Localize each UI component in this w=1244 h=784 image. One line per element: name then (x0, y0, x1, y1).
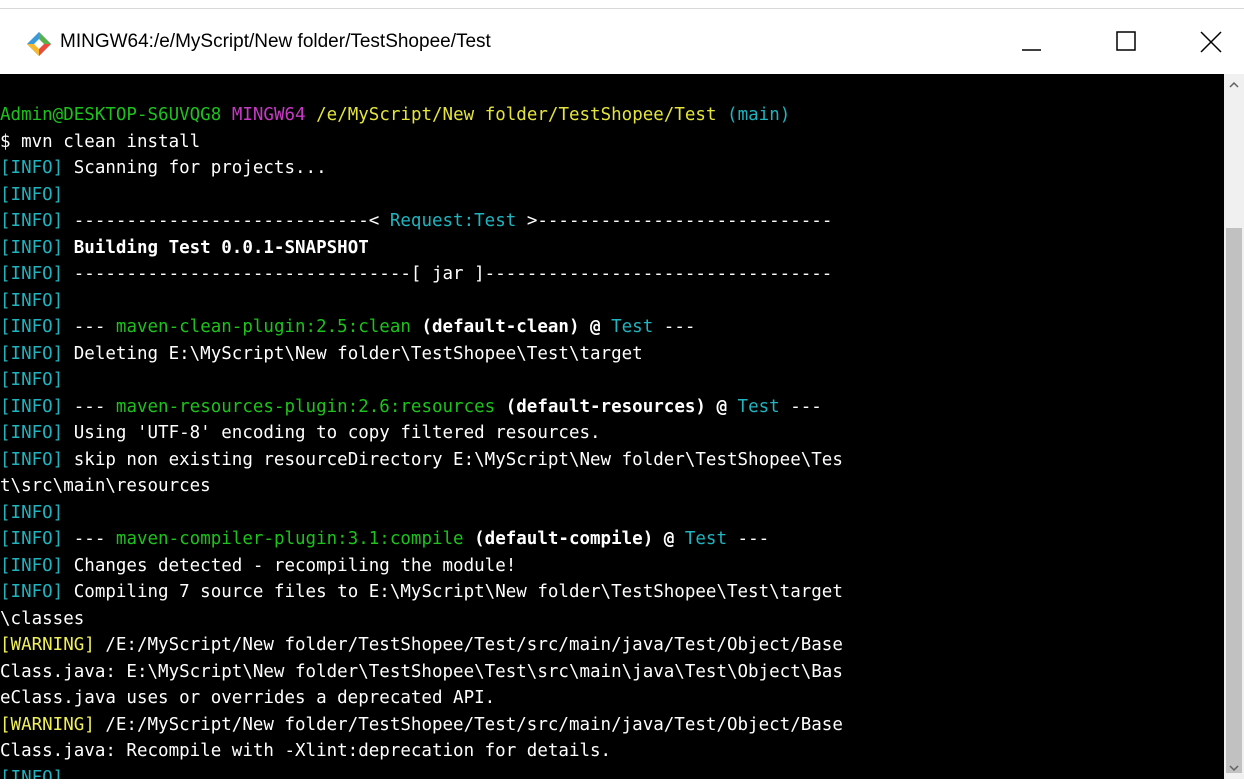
info-tag: [INFO] (0, 317, 64, 337)
minimize-button[interactable] (1000, 9, 1066, 75)
prompt-env: MINGW64 (231, 105, 306, 125)
info-tag: [INFO] (0, 184, 64, 205)
log-line: [INFO] (0, 765, 843, 780)
log-line: [INFO] --------------------------------[… (0, 261, 843, 288)
info-tag: [INFO] (0, 529, 64, 549)
info-tag: [INFO] (0, 555, 64, 576)
scroll-down-button[interactable] (1224, 757, 1244, 779)
log-line: [INFO] --- maven-compiler-plugin:3.1:com… (0, 526, 843, 553)
vertical-scrollbar[interactable] (1224, 74, 1244, 779)
log-line: Class.java: Recompile with -Xlint:deprec… (0, 741, 612, 761)
info-tag: [INFO] (0, 449, 64, 470)
project-name: Test (737, 396, 780, 417)
log-line: t\src\main\resources (0, 476, 211, 496)
project-name: Request:Test (389, 211, 517, 231)
log-text: --- (63, 396, 116, 417)
terminal-output[interactable]: Admin@DESKTOP-S6UVQG8 MINGW64 /e/MyScrip… (0, 74, 1224, 779)
chevron-down-icon (1224, 765, 1244, 783)
log-text: --- (727, 529, 770, 549)
log-line: [INFO] --- maven-resources-plugin:2.6:re… (0, 394, 843, 421)
log-text: /E:/MyScript/New folder/TestShopee/Test/… (94, 714, 843, 735)
log-text: /E:/MyScript/New folder/TestShopee/Test/… (94, 635, 843, 655)
prompt-user: Admin@DESKTOP-S6UVQG8 (0, 105, 222, 125)
chevron-up-icon (1224, 81, 1244, 100)
log-text: Using 'UTF-8' encoding to copy filtered … (63, 423, 601, 443)
info-tag: [INFO] (0, 423, 64, 443)
info-tag: [INFO] (0, 502, 64, 523)
window-title: MINGW64:/e/MyScript/New folder/TestShope… (60, 31, 491, 52)
log-text: --- (63, 529, 116, 549)
project-name: Test (611, 317, 654, 337)
close-button[interactable] (1178, 9, 1244, 75)
log-line: [INFO] skip non existing resourceDirecto… (0, 447, 843, 474)
log-line: eClass.java uses or overrides a deprecat… (0, 688, 496, 708)
info-tag: [INFO] (0, 343, 64, 364)
log-text: --------------------------------[ jar ]-… (63, 264, 833, 284)
log-text: --- (779, 396, 822, 417)
info-tag: [INFO] (0, 290, 64, 311)
plugin-name: maven-resources-plugin:2.6:resources (115, 396, 496, 417)
log-text: (default-resources) @ (495, 396, 738, 417)
prompt-branch: (main) (727, 105, 791, 125)
info-tag: [INFO] (0, 767, 64, 780)
log-line: [INFO] (0, 500, 843, 527)
info-tag: [INFO] (0, 396, 64, 417)
log-text: Deleting E:\MyScript\New folder\TestShop… (63, 343, 643, 364)
log-line: [INFO] Using 'UTF-8' encoding to copy fi… (0, 420, 843, 447)
log-line: [INFO] Compiling 7 source files to E:\My… (0, 579, 843, 606)
plugin-name: maven-compiler-plugin:3.1:compile (115, 529, 464, 549)
info-tag: [INFO] (0, 370, 64, 390)
log-text: ----------------------------< (63, 211, 390, 231)
log-line: [INFO] (0, 182, 843, 209)
log-text: Building Test 0.0.1-SNAPSHOT (63, 237, 369, 258)
info-tag: [INFO] (0, 237, 64, 258)
scroll-thumb[interactable] (1226, 228, 1242, 773)
prompt-path: /e/MyScript/New folder/TestShopee/Test (316, 105, 717, 125)
log-line: [INFO] Building Test 0.0.1-SNAPSHOT (0, 235, 843, 262)
warning-tag: [WARNING] (0, 714, 95, 735)
log-line: [INFO] Changes detected - recompiling th… (0, 553, 843, 580)
log-line: [INFO] Deleting E:\MyScript\New folder\T… (0, 341, 843, 368)
scroll-up-button[interactable] (1224, 74, 1244, 96)
plugin-name: maven-clean-plugin:2.5:clean (115, 317, 411, 337)
log-text: (default-compile) @ (463, 529, 685, 549)
log-text: --- (653, 317, 696, 337)
title-bar[interactable]: MINGW64:/e/MyScript/New folder/TestShope… (0, 8, 1244, 74)
log-line: [INFO] ----------------------------< Req… (0, 208, 843, 235)
log-line: Class.java: E:\MyScript\New folder\TestS… (0, 661, 843, 682)
info-tag: [INFO] (0, 158, 64, 178)
maximize-button[interactable] (1094, 9, 1160, 75)
log-line: [INFO] --- maven-clean-plugin:2.5:clean … (0, 314, 843, 341)
prompt-line: Admin@DESKTOP-S6UVQG8 MINGW64 /e/MyScrip… (0, 102, 843, 129)
info-tag: [INFO] (0, 582, 64, 602)
terminal-window: MINGW64:/e/MyScript/New folder/TestShope… (0, 8, 1244, 779)
log-line: \classes (0, 608, 85, 629)
warning-tag: [WARNING] (0, 635, 95, 655)
log-text: >---------------------------- (516, 211, 833, 231)
project-name: Test (684, 529, 728, 549)
log-text: Compiling 7 source files to E:\MyScript\… (63, 582, 843, 602)
log-text: skip non existing resourceDirectory E:\M… (63, 449, 843, 470)
log-text: Scanning for projects... (63, 158, 327, 178)
log-line: [WARNING] /E:/MyScript/New folder/TestSh… (0, 712, 843, 739)
git-bash-icon (26, 31, 52, 57)
info-tag: [INFO] (0, 211, 64, 231)
command-line: $ mvn clean install (0, 131, 201, 152)
log-text: (default-clean) @ (410, 317, 612, 337)
log-line: [INFO] (0, 367, 843, 394)
log-text: --- (63, 317, 116, 337)
info-tag: [INFO] (0, 264, 64, 284)
log-text: Changes detected - recompiling the modul… (63, 555, 517, 576)
log-line: [INFO] Scanning for projects... (0, 155, 843, 182)
log-line: [INFO] (0, 288, 843, 315)
log-line: [WARNING] /E:/MyScript/New folder/TestSh… (0, 632, 843, 659)
